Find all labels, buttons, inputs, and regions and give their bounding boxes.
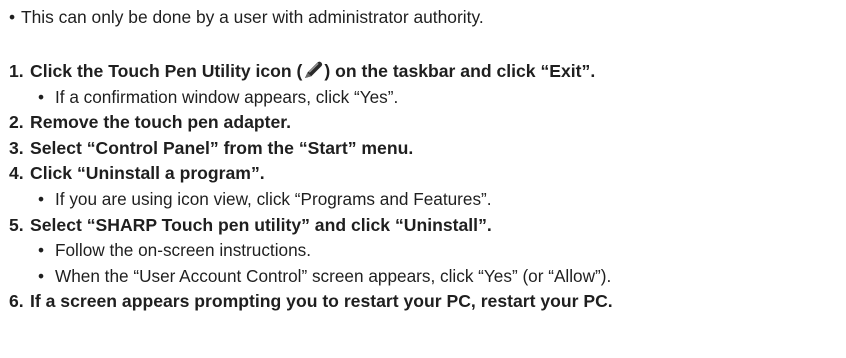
steps-list: 1. Click the Touch Pen Utility icon ( ) o… [9, 59, 613, 315]
step-text-before-icon: Click the Touch Pen Utility icon ( [30, 61, 303, 81]
step-number: 2. [9, 112, 24, 133]
step-4: 4. Click “Uninstall a program”. • If you a… [9, 161, 613, 212]
step-4-subitems: • If you are using icon view, click “Prog… [9, 187, 613, 213]
step-heading: 1. Click the Touch Pen Utility icon ( ) o… [9, 59, 613, 85]
step-2: 2. Remove the touch pen adapter. [9, 110, 613, 136]
step-heading: 2. Remove the touch pen adapter. [9, 110, 613, 136]
step-5-subitems: • Follow the on-screen instructions. • Whe… [9, 238, 613, 289]
step-heading: 5. Select “SHARP Touch pen utility” and c… [9, 213, 613, 239]
step-text: Select “Control Panel” from the “Start” … [30, 137, 414, 158]
sub-item-text: If a confirmation window appears, click … [55, 86, 399, 107]
step-6: 6. If a screen appears prompting you to r… [9, 289, 613, 315]
sub-bullet: • [38, 240, 45, 261]
step-heading: 6. If a screen appears prompting you to r… [9, 289, 613, 315]
sub-item-text: If you are using icon view, click “Progr… [55, 188, 492, 209]
sub-bullet: • [38, 86, 45, 107]
step-number: 4. [9, 163, 24, 184]
admin-note: • This can only be done by a user with ad… [9, 3, 484, 31]
note-text: This can only be done by a user with adm… [21, 7, 484, 27]
note-bullet: • [9, 7, 16, 27]
sub-item: • If you are using icon view, click “Prog… [38, 187, 613, 213]
step-3: 3. Select “Control Panel” from the “Start… [9, 136, 613, 162]
step-number: 5. [9, 214, 24, 235]
step-text: If a screen appears prompting you to res… [30, 291, 613, 312]
step-5: 5. Select “SHARP Touch pen utility” and c… [9, 213, 613, 290]
step-heading: 4. Click “Uninstall a program”. [9, 161, 613, 187]
step-text-after-icon: ) on the taskbar and click “Exit”. [324, 61, 596, 81]
sub-bullet: • [38, 188, 45, 209]
step-1-subitems: • If a confirmation window appears, click… [9, 85, 613, 111]
step-number: 6. [9, 291, 24, 312]
sub-item: • When the “User Account Control” screen … [38, 264, 613, 290]
step-text: Select “SHARP Touch pen utility” and cli… [30, 214, 492, 235]
step-number: 3. [9, 137, 24, 158]
sub-item-text: Follow the on-screen instructions. [55, 240, 312, 261]
step-text: Remove the touch pen adapter. [30, 112, 292, 133]
instruction-page: • This can only be done by a user with ad… [0, 0, 846, 358]
touch-pen-icon [302, 60, 324, 80]
sub-item-text: When the “User Account Control” screen a… [55, 265, 612, 286]
sub-bullet: • [38, 265, 45, 286]
step-text: Click “Uninstall a program”. [30, 163, 265, 184]
sub-item: • If a confirmation window appears, click… [38, 85, 613, 111]
sub-item: • Follow the on-screen instructions. [38, 238, 613, 264]
step-heading: 3. Select “Control Panel” from the “Start… [9, 136, 613, 162]
step-number: 1. [9, 61, 24, 81]
step-1: 1. Click the Touch Pen Utility icon ( ) o… [9, 59, 613, 110]
